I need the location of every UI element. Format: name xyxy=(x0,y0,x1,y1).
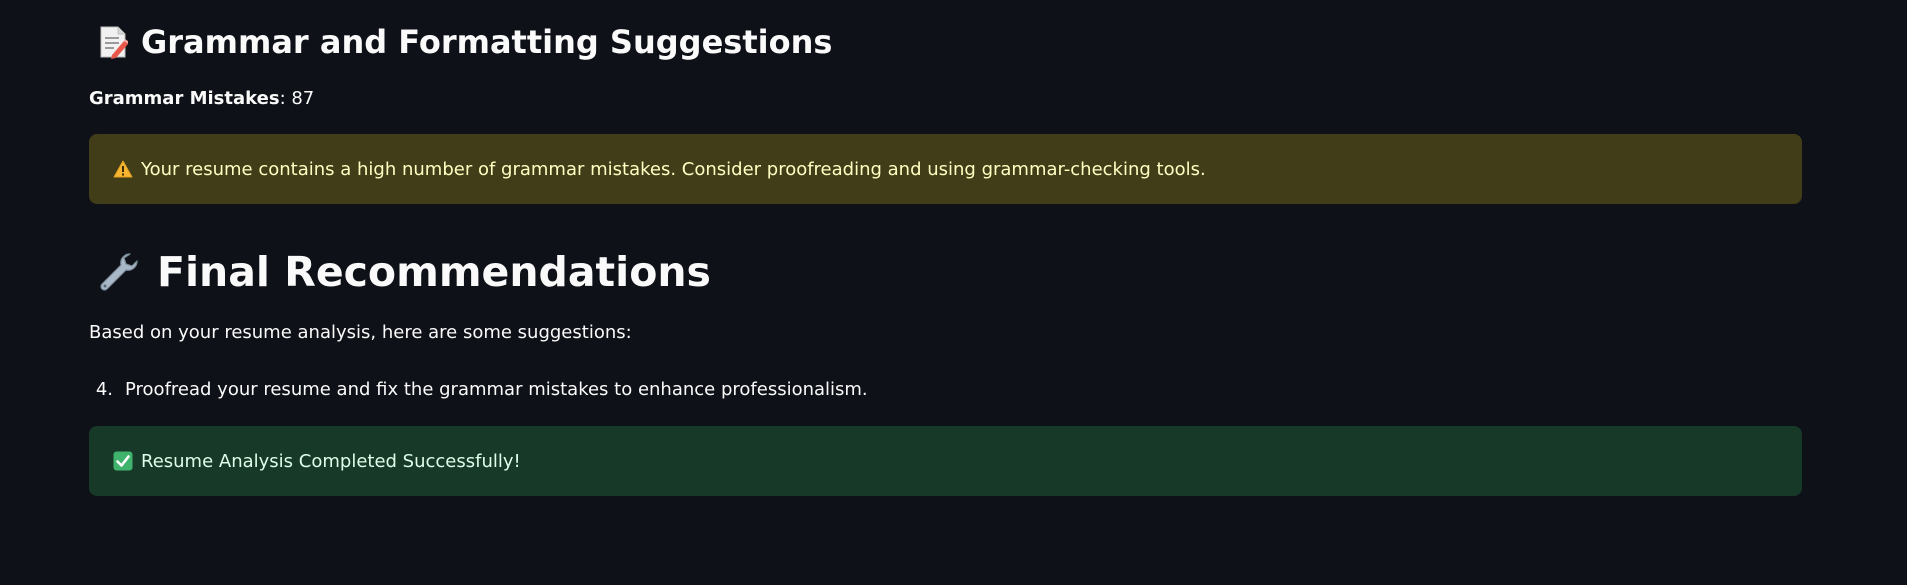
memo-icon xyxy=(97,24,129,60)
grammar-warning-text: Your resume contains a high number of gr… xyxy=(141,158,1206,180)
recommendations-heading: Final Recommendations xyxy=(97,244,711,300)
grammar-mistakes-label: Grammar Mistakes xyxy=(89,88,280,109)
main-content: Grammar and Formatting Suggestions Gramm… xyxy=(0,0,1907,585)
check-mark-icon xyxy=(112,450,134,472)
success-alert: Resume Analysis Completed Successfully! xyxy=(89,426,1802,496)
warning-icon xyxy=(112,158,134,180)
success-alert-text: Resume Analysis Completed Successfully! xyxy=(141,450,521,472)
list-item-number: 4. xyxy=(95,379,113,400)
grammar-warning-alert: Your resume contains a high number of gr… xyxy=(89,134,1802,204)
grammar-section-heading: Grammar and Formatting Suggestions xyxy=(97,20,832,64)
grammar-section-title: Grammar and Formatting Suggestions xyxy=(141,23,833,61)
list-item-text: Proofread your resume and fix the gramma… xyxy=(125,379,868,400)
recommendations-intro: Based on your resume analysis, here are … xyxy=(89,322,632,343)
recommendations-title: Final Recommendations xyxy=(157,248,711,296)
list-item: 4. Proofread your resume and fix the gra… xyxy=(89,378,868,402)
recommendations-list: 4. Proofread your resume and fix the gra… xyxy=(89,378,868,402)
wrench-icon xyxy=(97,250,141,294)
grammar-mistakes-value: : 87 xyxy=(279,88,315,109)
grammar-mistakes-stat: Grammar Mistakes: 87 xyxy=(89,87,314,111)
